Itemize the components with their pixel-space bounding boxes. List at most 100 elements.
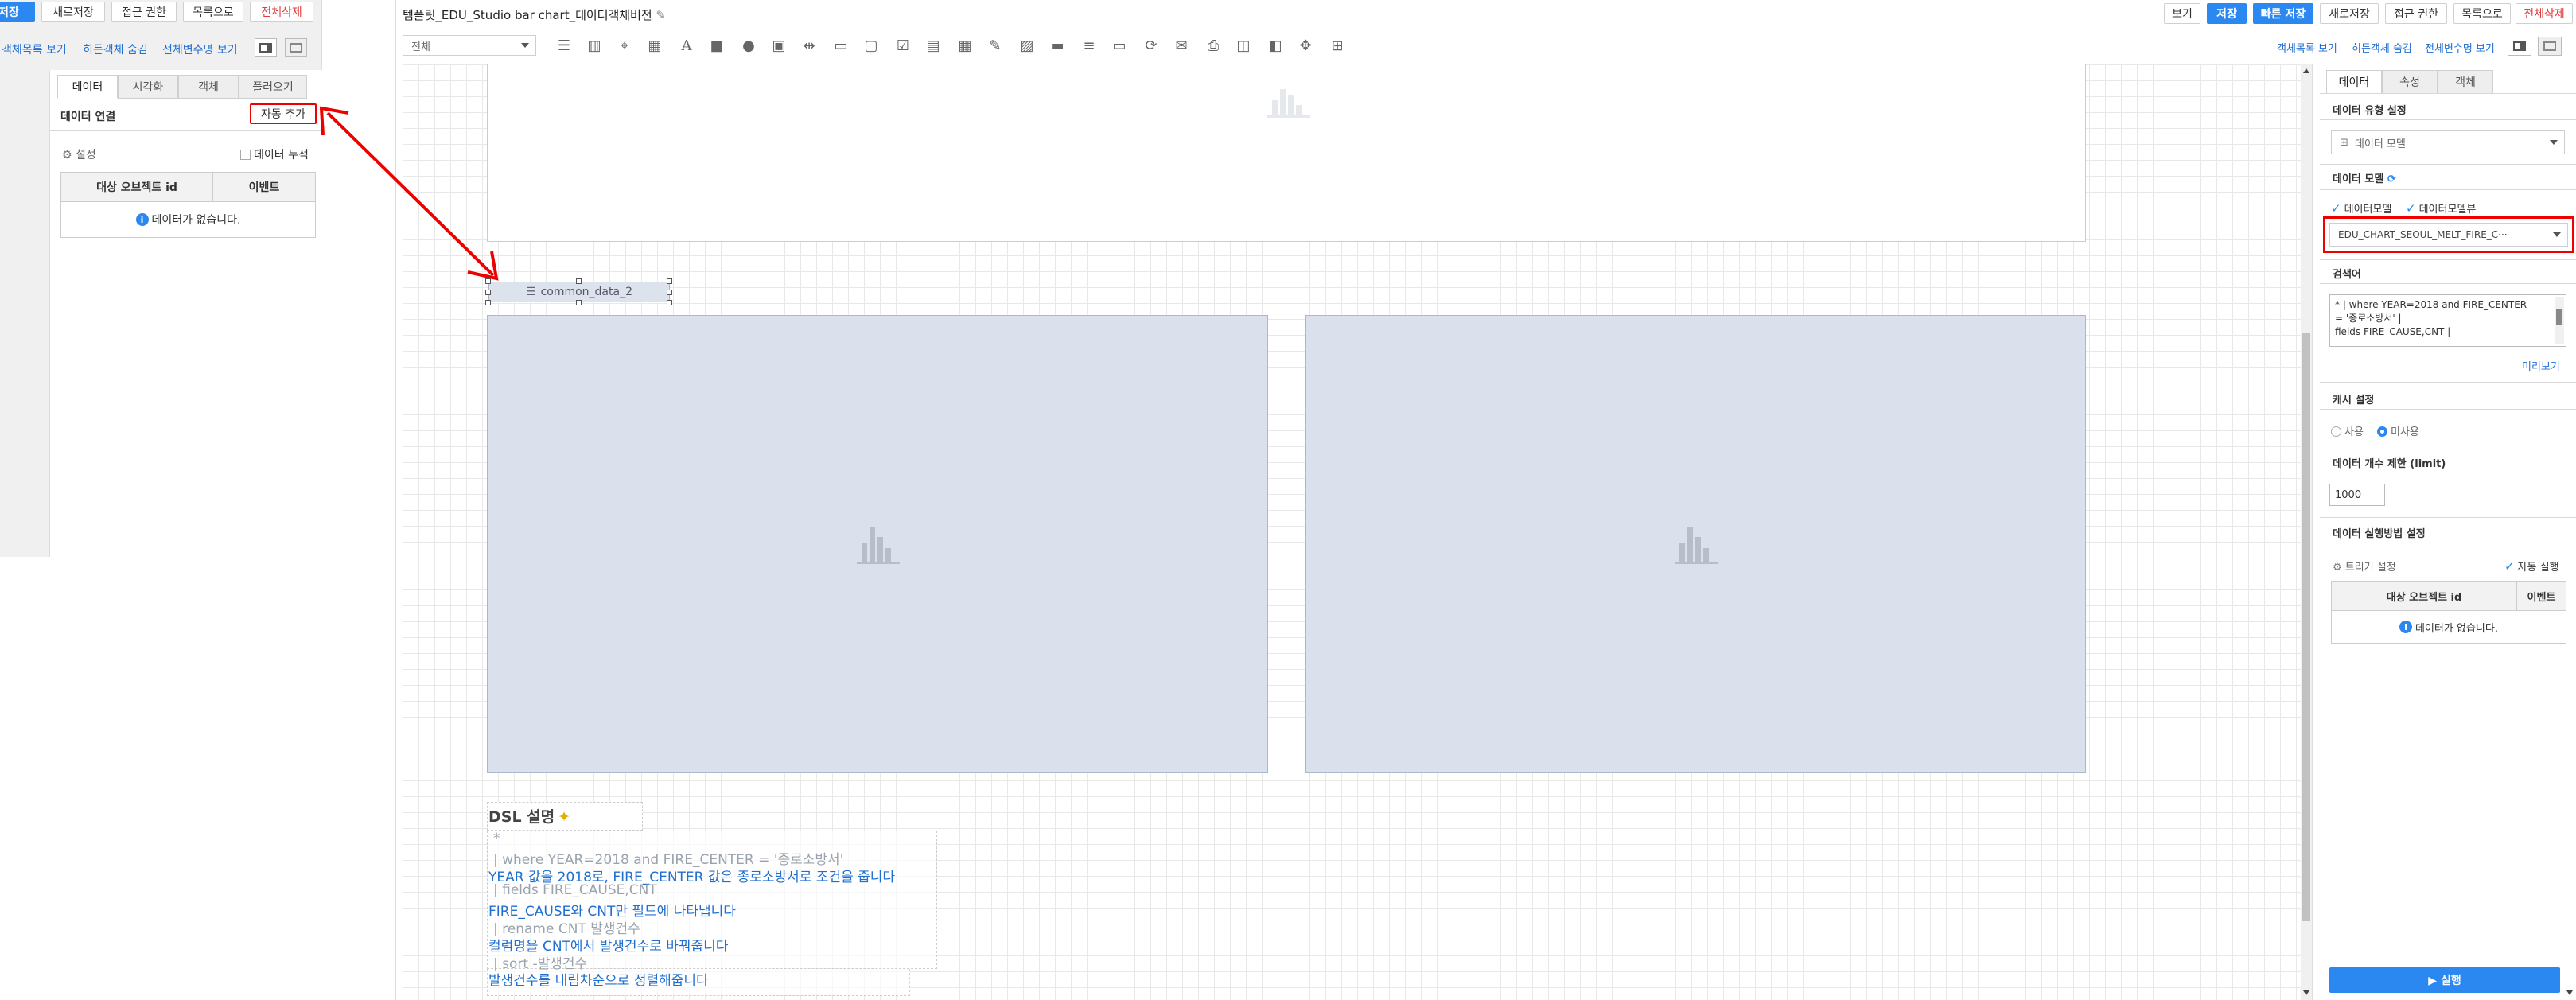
left-tab-data[interactable]: 데이터 bbox=[57, 75, 118, 99]
split-icon[interactable]: ⇹ bbox=[800, 37, 818, 54]
cache-nouse-radio[interactable]: 미사용 bbox=[2377, 423, 2419, 438]
search-textarea[interactable]: * | where YEAR=2018 and FIRE_CENTER = '종… bbox=[2329, 294, 2566, 347]
input-box-icon[interactable]: ▭ bbox=[832, 37, 850, 54]
preview-link[interactable]: 미리보기 bbox=[2522, 358, 2560, 373]
print-icon[interactable]: ⎙ bbox=[1204, 37, 1222, 54]
calendar-icon[interactable]: ▤ bbox=[924, 37, 942, 54]
auto-add-button[interactable]: 자동 추가 bbox=[250, 103, 317, 124]
gallery-icon[interactable]: ▨ bbox=[1018, 37, 1036, 54]
left-save-as-button[interactable]: 새로저장 bbox=[41, 2, 105, 22]
map-icon[interactable]: ▦ bbox=[646, 37, 663, 54]
cache-use-radio[interactable]: 사용 bbox=[2331, 423, 2364, 438]
left-settings-link[interactable]: ⚙ 설정 bbox=[62, 146, 96, 162]
checkbox-data-model-view[interactable]: ✓ 데이터모델뷰 bbox=[2406, 200, 2476, 216]
left-table-header-event: 이벤트 bbox=[212, 172, 316, 202]
right-sep bbox=[2320, 409, 2576, 410]
data-type-title: 데이터 유형 설정 bbox=[2333, 105, 2407, 117]
scroll-down-icon[interactable] bbox=[2303, 990, 2309, 995]
save-button[interactable]: 저장 bbox=[2207, 3, 2247, 24]
object-filter-select[interactable]: 전체 bbox=[403, 35, 536, 56]
resize-handle[interactable] bbox=[667, 290, 672, 295]
left-hidden-objects-link[interactable]: 히든객체 숨김 bbox=[83, 41, 148, 57]
view-button[interactable]: 보기 bbox=[2164, 3, 2200, 24]
right-tab-data[interactable]: 데이터 bbox=[2326, 70, 2382, 94]
list-icon[interactable]: ≡ bbox=[1080, 37, 1098, 54]
refresh-icon[interactable]: ⟳ bbox=[1142, 37, 1160, 54]
checkbox-data-model[interactable]: ✓ 데이터모델 bbox=[2331, 200, 2391, 216]
add-box-icon[interactable]: ⊞ bbox=[1329, 37, 1346, 54]
canvas-scrollbar[interactable] bbox=[2301, 64, 2312, 1000]
right-tab-object[interactable]: 객체 bbox=[2438, 70, 2493, 94]
data-model-select[interactable]: EDU_CHART_SEOUL_MELT_FIRE_C··· bbox=[2329, 223, 2568, 247]
button-icon[interactable]: ▢ bbox=[862, 37, 880, 54]
resize-handle[interactable] bbox=[576, 278, 582, 284]
checkbox-tool-icon[interactable]: ☑ bbox=[894, 37, 912, 54]
scroll-down-icon[interactable] bbox=[2566, 990, 2573, 995]
left-tab-visual[interactable]: 시각화 bbox=[118, 75, 178, 99]
list-button[interactable]: 목록으로 bbox=[2453, 3, 2511, 24]
resize-handle[interactable] bbox=[667, 278, 672, 284]
textarea-scrollbar[interactable] bbox=[2555, 297, 2564, 344]
scroll-thumb[interactable] bbox=[2556, 309, 2562, 325]
left-save-button[interactable]: 저장 bbox=[0, 2, 35, 22]
left-list-button[interactable]: 목록으로 bbox=[183, 2, 243, 22]
resize-handle[interactable] bbox=[667, 300, 672, 305]
bar-chart-icon[interactable]: ▥ bbox=[586, 37, 603, 54]
delete-all-button[interactable]: 전체삭제 bbox=[2516, 3, 2573, 24]
auto-exec-checkbox[interactable]: ✓ 자동 실행 bbox=[2504, 558, 2559, 574]
quick-save-button[interactable]: 빠른 저장 bbox=[2253, 3, 2313, 24]
top-chart-placeholder[interactable] bbox=[487, 64, 2086, 242]
refresh-icon[interactable]: ⟳ bbox=[2387, 173, 2396, 185]
run-button[interactable]: ▶ 실행 bbox=[2329, 967, 2560, 993]
label-icon[interactable]: ▭ bbox=[1111, 37, 1128, 54]
data-model-value: EDU_CHART_SEOUL_MELT_FIRE_C··· bbox=[2338, 229, 2508, 240]
left-tab-object[interactable]: 객체 bbox=[178, 75, 239, 99]
rectangle-icon[interactable]: ■ bbox=[708, 37, 726, 54]
left-access-button[interactable]: 접근 권한 bbox=[111, 2, 177, 22]
save-as-button[interactable]: 새로저장 bbox=[2320, 3, 2379, 24]
pencil-icon[interactable]: ✎ bbox=[656, 8, 666, 22]
left-tab-import[interactable]: 플러오기 bbox=[239, 75, 307, 99]
trigger-settings-link[interactable]: ⚙ 트리거 설정 bbox=[2333, 558, 2396, 574]
layout-icon-1[interactable] bbox=[2508, 37, 2531, 56]
comment-icon[interactable]: ✉ bbox=[1173, 37, 1190, 54]
move-icon[interactable]: ✥ bbox=[1297, 37, 1314, 54]
resize-handle[interactable] bbox=[485, 290, 491, 295]
text-icon[interactable]: A bbox=[678, 37, 695, 54]
access-button[interactable]: 접근 권한 bbox=[2385, 3, 2447, 24]
edit-icon[interactable]: ✎ bbox=[986, 37, 1004, 54]
scroll-thumb[interactable] bbox=[2302, 333, 2310, 921]
cache-nouse-label: 미사용 bbox=[2391, 426, 2419, 438]
right-panel-scrollbar[interactable] bbox=[2565, 988, 2574, 998]
panel-icon[interactable]: ◧ bbox=[1267, 37, 1284, 54]
radio-selected-icon bbox=[2377, 426, 2387, 437]
right-tab-property[interactable]: 속성 bbox=[2382, 70, 2438, 94]
resize-handle[interactable] bbox=[576, 300, 582, 305]
layout-icon-2[interactable] bbox=[2538, 37, 2562, 56]
scroll-up-icon[interactable] bbox=[2303, 68, 2309, 73]
object-filter-value: 전체 bbox=[411, 41, 430, 53]
hidden-objects-link[interactable]: 히든객체 숨김 bbox=[2352, 40, 2412, 55]
frame-icon[interactable]: ◫ bbox=[1235, 37, 1252, 54]
calendar-range-icon[interactable]: ▦ bbox=[956, 37, 974, 54]
limit-input[interactable]: 1000 bbox=[2329, 484, 2385, 506]
resize-handle[interactable] bbox=[485, 300, 491, 305]
all-vars-link[interactable]: 전체변수명 보기 bbox=[2425, 40, 2495, 55]
data-type-select[interactable]: ⊞ 데이터 모델 bbox=[2331, 130, 2565, 154]
left-delete-all-button[interactable]: 전체삭제 bbox=[250, 2, 313, 22]
circle-icon[interactable]: ● bbox=[740, 37, 757, 54]
left-accumulate-checkbox[interactable]: 데이터 누적 bbox=[240, 146, 309, 162]
bar-chart-placeholder-left[interactable] bbox=[487, 315, 1268, 773]
bar-chart-placeholder-right[interactable] bbox=[1305, 315, 2086, 773]
map-pin-icon[interactable]: ⌖ bbox=[616, 37, 633, 54]
left-object-list-link[interactable]: 객체목록 보기 bbox=[2, 41, 67, 57]
left-layout-icon-2[interactable] bbox=[285, 38, 307, 57]
right-table-empty: i 데이터가 없습니다. bbox=[2331, 610, 2566, 644]
left-all-vars-link[interactable]: 전체변수명 보기 bbox=[162, 41, 238, 57]
image-icon[interactable]: ▣ bbox=[770, 37, 788, 54]
object-list-link[interactable]: 객체목록 보기 bbox=[2277, 40, 2337, 55]
database-icon[interactable]: ☰ bbox=[555, 37, 573, 54]
right-sep bbox=[2320, 119, 2576, 120]
left-layout-icon-1[interactable] bbox=[255, 38, 277, 57]
folder-icon[interactable]: ▬ bbox=[1049, 37, 1066, 54]
